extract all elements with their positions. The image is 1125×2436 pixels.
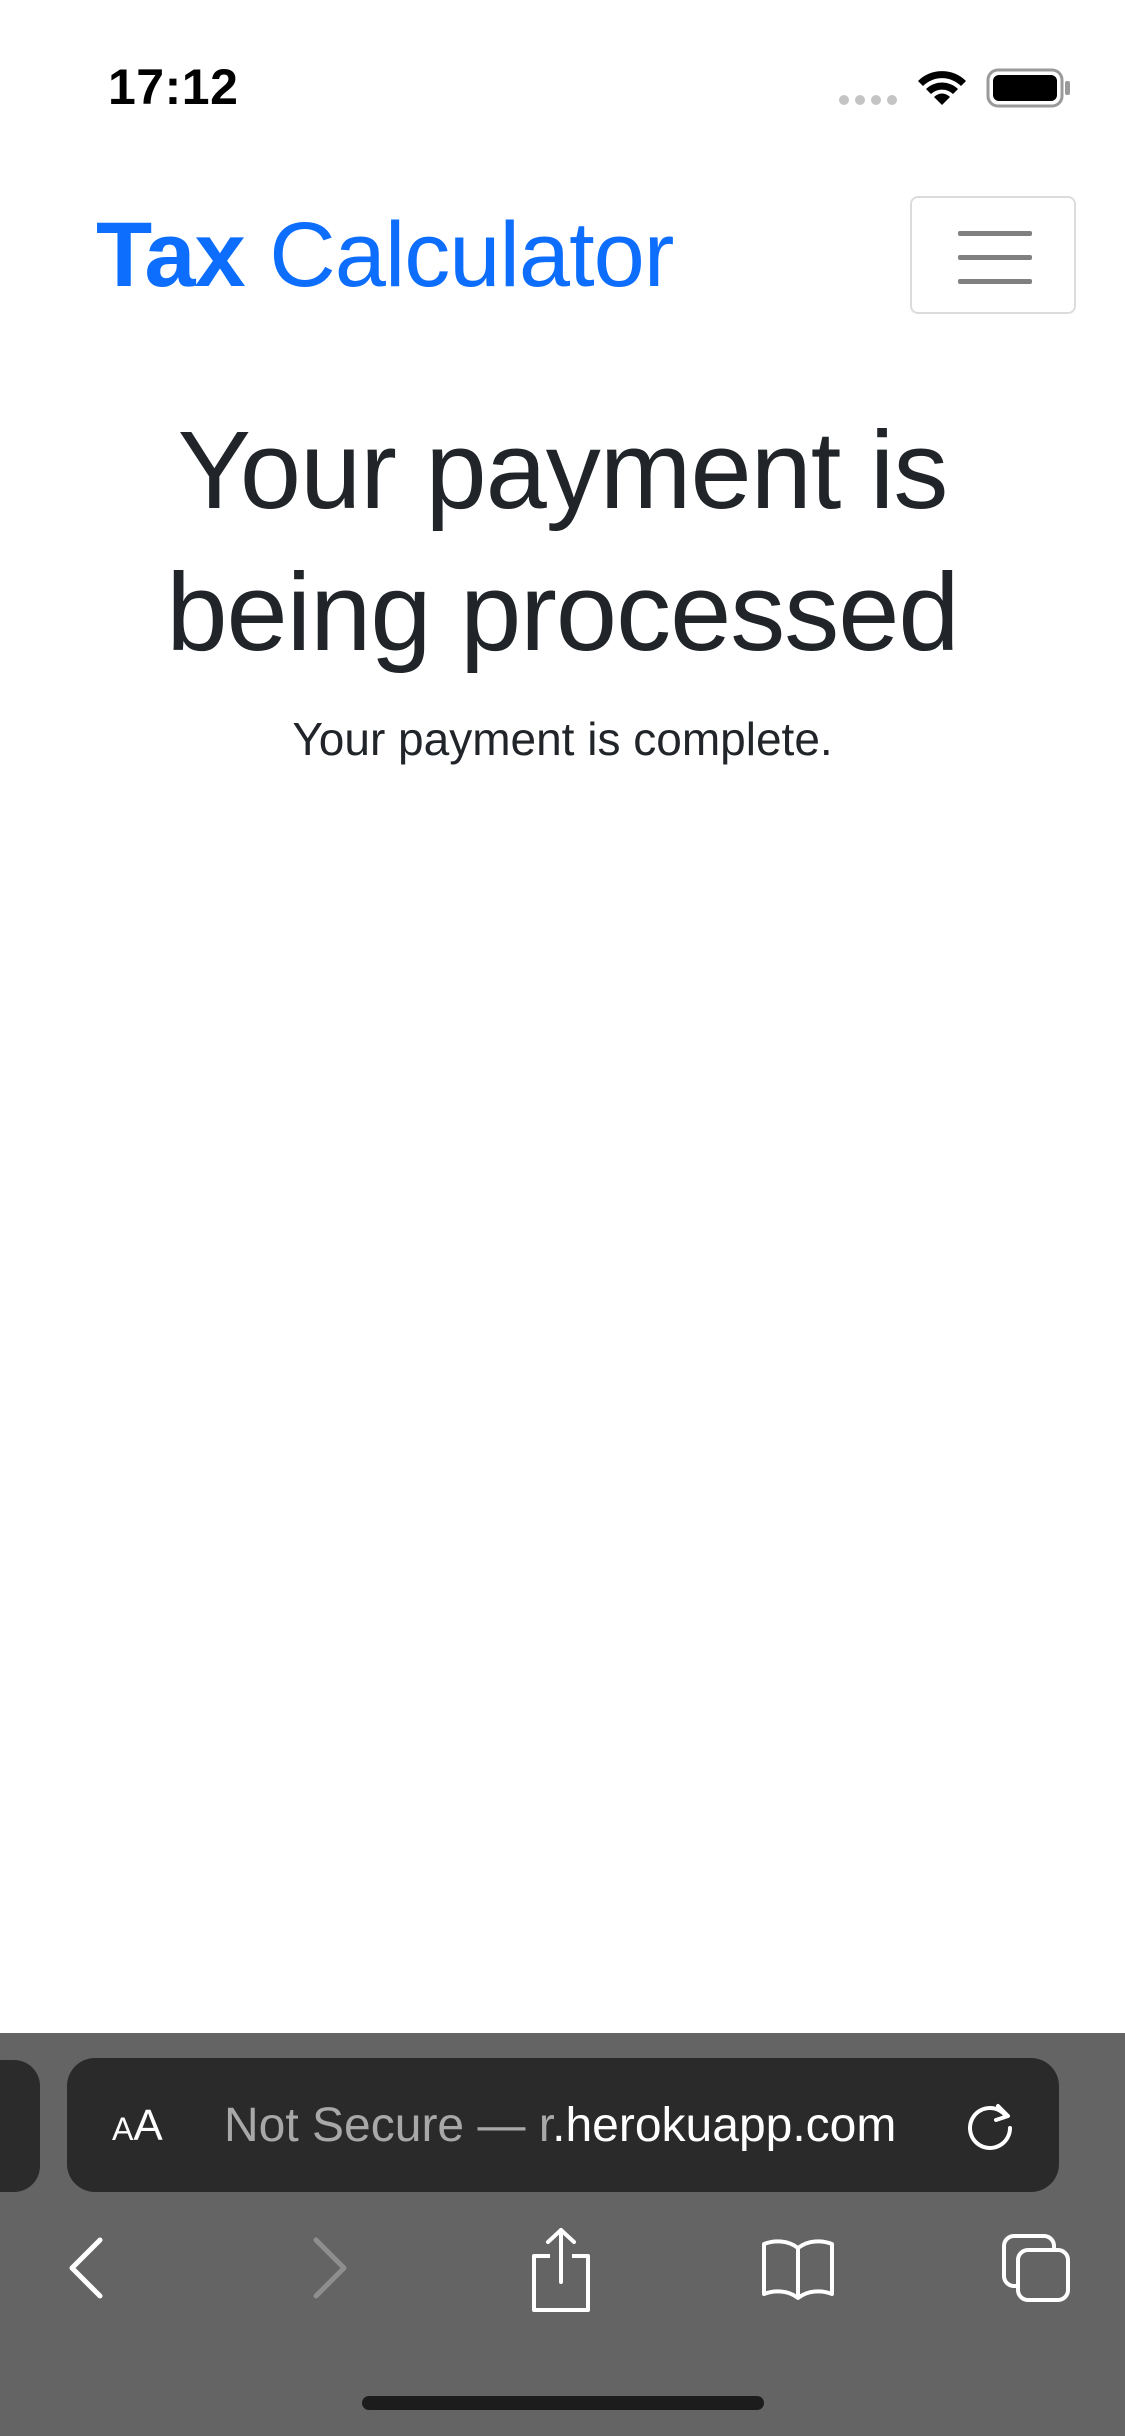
brand-word-calculator: Calculator (269, 204, 674, 306)
tabs-icon[interactable] (1000, 2232, 1072, 2304)
url-security-label: Not Secure — (224, 2099, 539, 2152)
url-domain: .herokuapp.com (552, 2099, 897, 2152)
wifi-icon (918, 71, 966, 105)
status-time: 17:12 (108, 59, 239, 115)
title-line-2: being processed (166, 551, 959, 674)
reload-icon[interactable] (962, 2098, 1018, 2154)
status-bar: 17:12 (0, 0, 1125, 150)
aa-large-letter: A (133, 2101, 163, 2150)
url-partial: r (538, 2099, 553, 2152)
brand-word-tax: Tax (96, 204, 246, 306)
navbar-toggle-button[interactable] (910, 196, 1076, 314)
home-indicator (362, 2396, 764, 2410)
signal-dots-icon (839, 95, 897, 105)
bookmarks-icon[interactable] (760, 2236, 836, 2300)
previous-tab-preview[interactable] (0, 2060, 40, 2192)
page-title: Your payment is being processed (0, 400, 1125, 684)
payment-status-message: Your payment is complete. (292, 713, 833, 765)
back-icon[interactable] (64, 2236, 108, 2300)
aa-small-letter: A (112, 2111, 134, 2147)
share-icon[interactable] (528, 2226, 594, 2314)
url-display[interactable]: Not Secure — r.herokuapp.com (224, 2090, 944, 2162)
forward-icon[interactable] (308, 2236, 352, 2300)
hamburger-menu-icon (958, 231, 1032, 284)
battery-icon (986, 68, 1070, 108)
page-settings-button[interactable]: AA (112, 2096, 163, 2156)
brand-link[interactable]: Tax Calculator (96, 200, 674, 310)
title-line-1: Your payment is (177, 409, 949, 532)
